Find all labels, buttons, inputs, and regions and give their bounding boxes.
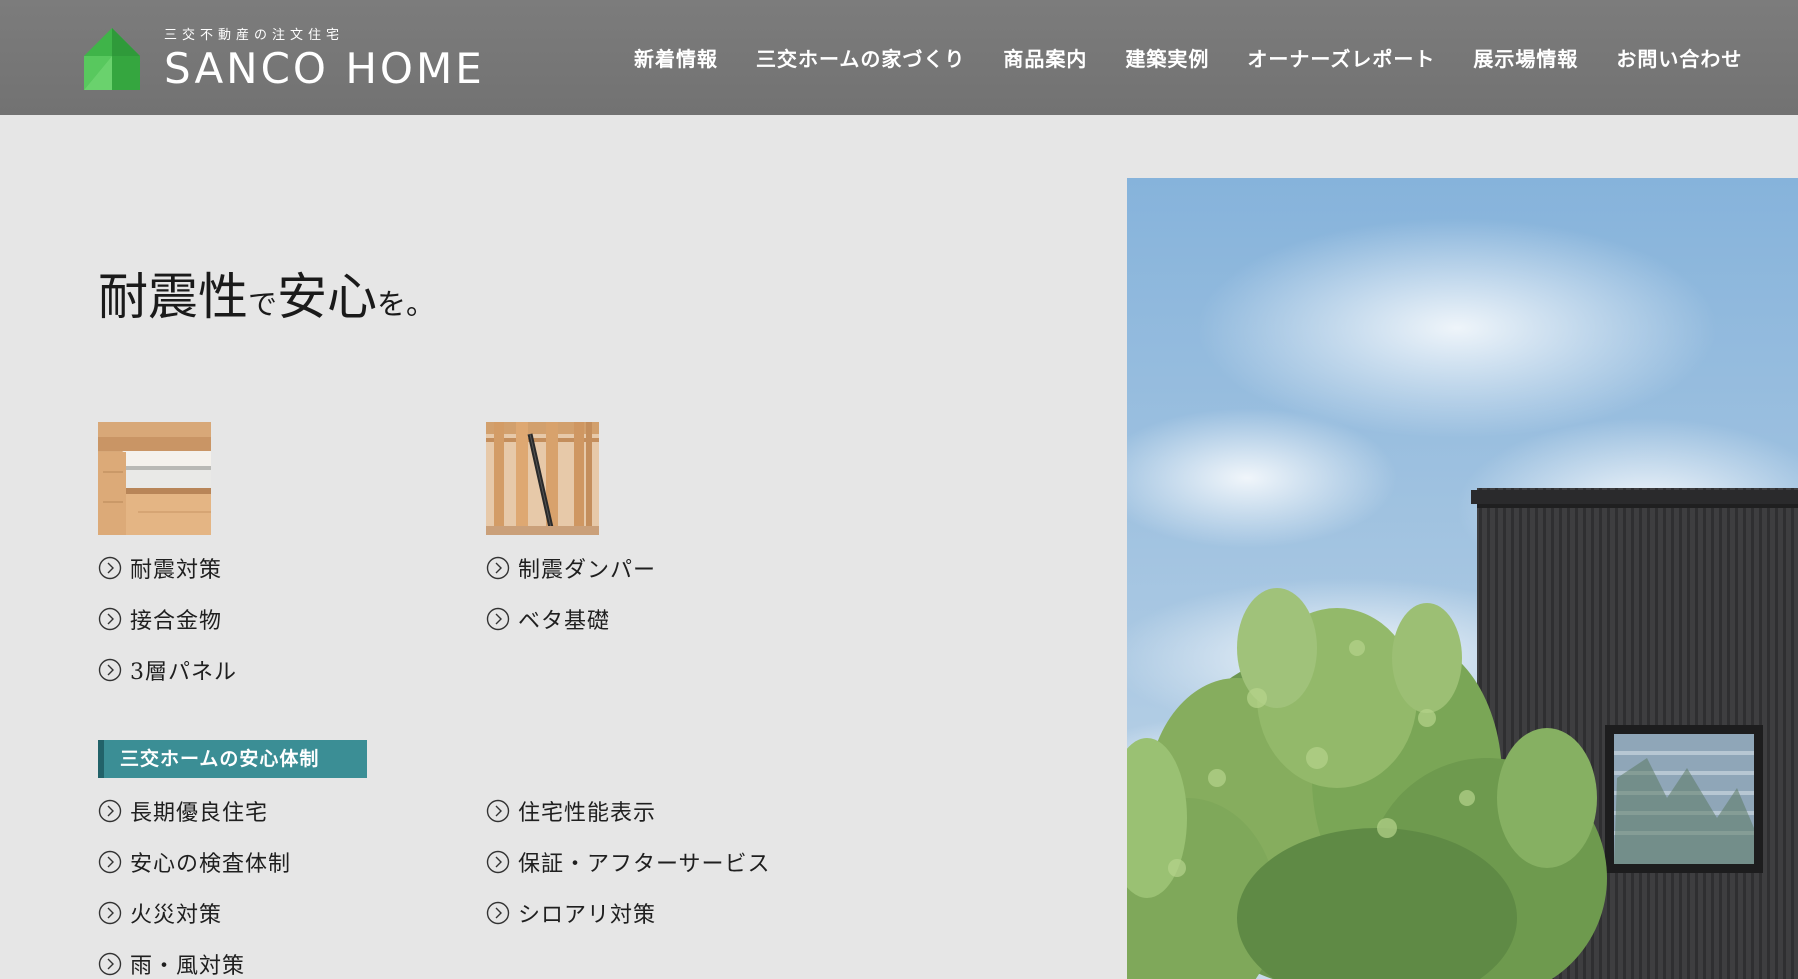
chevron-circle-icon	[98, 952, 122, 976]
chevron-circle-icon	[486, 607, 510, 631]
thumbnail-damper[interactable]	[486, 422, 599, 535]
chevron-circle-icon	[98, 850, 122, 874]
link-fire-measures[interactable]: 火災対策	[98, 898, 222, 928]
headline-particle-1: で	[248, 287, 278, 321]
logo-subtitle: 三交不動産の注文住宅	[164, 28, 345, 43]
link-rain-wind-measures[interactable]: 雨・風対策	[98, 949, 245, 979]
link-label: ベタ基礎	[518, 609, 611, 634]
link-label: 接合金物	[130, 609, 223, 634]
link-seismic-damper[interactable]: 制震ダンパー	[486, 553, 656, 583]
chevron-circle-icon	[98, 799, 122, 823]
nav-item-products[interactable]: 商品案内	[1003, 44, 1087, 74]
chevron-circle-icon	[98, 556, 122, 580]
global-nav: 新着情報 三交ホームの家づくり 商品案内 建築実例 オーナーズレポート 展示場情…	[634, 44, 1780, 74]
chevron-circle-icon	[98, 658, 122, 682]
nav-item-house-building[interactable]: 三交ホームの家づくり	[756, 44, 965, 74]
thumbnail-joint-hardware[interactable]	[98, 422, 211, 535]
link-label: シロアリ対策	[518, 903, 657, 928]
nav-item-contact[interactable]: お問い合わせ	[1616, 44, 1742, 74]
link-warranty-after-service[interactable]: 保証・アフターサービス	[486, 847, 771, 877]
chevron-circle-icon	[98, 901, 122, 925]
link-seismic-measures[interactable]: 耐震対策	[98, 553, 222, 583]
chevron-circle-icon	[486, 850, 510, 874]
site-header: 三交不動産の注文住宅 SANCO HOME 新着情報 三交ホームの家づくり 商品…	[0, 0, 1798, 115]
house-and-tree-photo	[1127, 178, 1798, 979]
section-heading-badge: 三交ホームの安心体制	[98, 740, 367, 778]
chevron-circle-icon	[486, 556, 510, 580]
link-mat-foundation[interactable]: ベタ基礎	[486, 604, 610, 634]
link-label: 3層パネル	[130, 660, 237, 685]
site-logo[interactable]: 三交不動産の注文住宅 SANCO HOME	[82, 22, 482, 97]
link-label: 安心の検査体制	[130, 852, 292, 877]
wood-frame-damper-image	[486, 422, 599, 535]
chevron-circle-icon	[486, 799, 510, 823]
link-housing-performance[interactable]: 住宅性能表示	[486, 796, 656, 826]
wood-joint-image	[98, 422, 211, 535]
link-label: 耐震対策	[130, 558, 223, 583]
link-inspection-system[interactable]: 安心の検査体制	[98, 847, 291, 877]
page: 三交不動産の注文住宅 SANCO HOME 新着情報 三交ホームの家づくり 商品…	[0, 0, 1798, 979]
link-3-layer-panel[interactable]: 3層パネル	[98, 655, 237, 685]
headline-keyword-2: 安心	[277, 268, 378, 326]
nav-item-showroom[interactable]: 展示場情報	[1473, 44, 1578, 74]
link-label: 長期優良住宅	[130, 801, 269, 826]
link-label: 雨・風対策	[130, 954, 246, 979]
nav-item-examples[interactable]: 建築実例	[1125, 44, 1209, 74]
logo-name: SANCO HOME	[164, 44, 485, 93]
headline-particle-2: を。	[377, 287, 436, 321]
hero-photo	[1127, 178, 1798, 979]
link-long-term-quality-housing[interactable]: 長期優良住宅	[98, 796, 268, 826]
link-label: 制震ダンパー	[518, 558, 657, 583]
nav-item-news[interactable]: 新着情報	[634, 44, 718, 74]
headline-keyword-1: 耐震性	[98, 268, 248, 326]
page-title: 耐震性で安心を。	[98, 272, 435, 322]
nav-item-owners-report[interactable]: オーナーズレポート	[1247, 44, 1435, 74]
chevron-circle-icon	[486, 901, 510, 925]
link-label: 住宅性能表示	[518, 801, 657, 826]
link-joint-hardware[interactable]: 接合金物	[98, 604, 222, 634]
chevron-circle-icon	[98, 607, 122, 631]
link-termite-measures[interactable]: シロアリ対策	[486, 898, 656, 928]
link-label: 保証・アフターサービス	[518, 852, 771, 877]
house-diamond-logo-icon	[84, 28, 140, 90]
link-label: 火災対策	[130, 903, 223, 928]
